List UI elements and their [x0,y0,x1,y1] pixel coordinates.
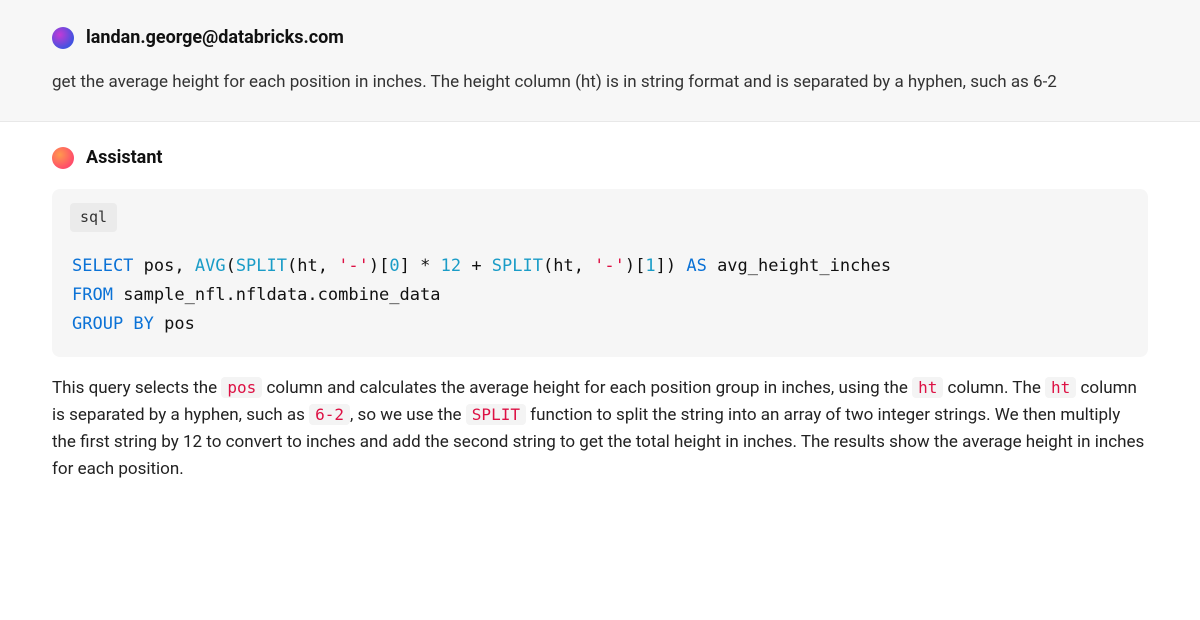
user-text: get the average height for each position… [52,69,1148,95]
code-lang-wrap: sql [52,189,1148,238]
assistant-name: Assistant [86,144,163,171]
user-message: landan.george@databricks.com get the ave… [0,0,1200,122]
inline-code-split: SPLIT [466,404,526,425]
inline-code-ht: ht [912,377,943,398]
user-name: landan.george@databricks.com [86,24,344,51]
code-block[interactable]: sql SELECT pos, AVG(SPLIT(ht, '-')[0] * … [52,189,1148,356]
assistant-message: Assistant sql SELECT pos, AVG(SPLIT(ht, … [0,122,1200,507]
inline-code-pos: pos [221,377,262,398]
code-content[interactable]: SELECT pos, AVG(SPLIT(ht, '-')[0] * 12 +… [52,238,1148,339]
assistant-header: Assistant [52,144,1148,171]
code-language-badge: sql [70,203,117,232]
user-header: landan.george@databricks.com [52,24,1148,51]
inline-code-example: 6-2 [309,404,350,425]
assistant-avatar [52,147,74,169]
user-avatar [52,27,74,49]
inline-code-ht2: ht [1045,377,1076,398]
assistant-explanation: This query selects the pos column and ca… [52,375,1148,484]
